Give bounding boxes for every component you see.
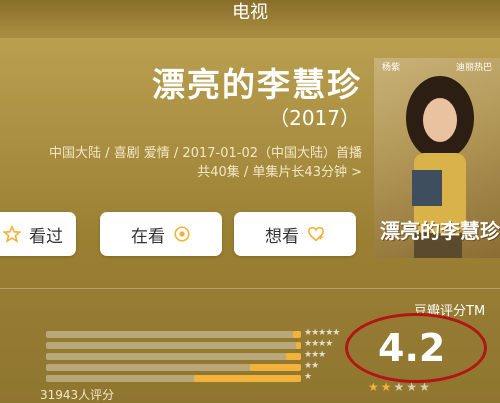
watched-label: 看过 <box>29 226 63 247</box>
distribution-bar <box>46 364 301 371</box>
rating-stars: ★ ★ ★ ★ ★ <box>368 381 430 393</box>
distribution-row: ★★★ <box>0 350 345 361</box>
distribution-bar-fill <box>293 331 301 338</box>
rating-star-icon: ★ <box>419 380 430 394</box>
distribution-bar <box>46 375 301 382</box>
rating-star-icon: ★ <box>406 380 418 394</box>
distribution-stars-icon: ★★★ <box>304 350 326 360</box>
distribution-bar <box>46 331 301 338</box>
rating-count[interactable]: 31943人评分 <box>40 386 114 403</box>
want-label: 想看 <box>265 226 299 247</box>
rating-star-icon: ★ <box>368 380 379 394</box>
rating-star-icon: ★ <box>380 380 392 394</box>
meta-line: 中国大陆 / 喜剧 爱情 / 2017-01-02（中国大陆）首播 <box>49 146 362 161</box>
top-bar: 电视 <box>0 0 500 38</box>
divider <box>0 288 500 289</box>
star-outline-icon <box>3 225 21 243</box>
heart-plus-icon <box>307 226 325 242</box>
distribution-stars-icon: ★★ <box>304 361 319 371</box>
distribution-bar-fill <box>250 364 301 371</box>
watching-label: 在看 <box>131 226 165 247</box>
target-icon <box>174 226 190 242</box>
distribution-row: ★★ <box>0 361 345 372</box>
want-to-watch-button[interactable]: 想看 <box>234 212 356 256</box>
distribution-bar-fill <box>295 342 301 349</box>
distribution-bar <box>46 353 301 360</box>
meta-line: 共40集 / 单集片长43分钟 > <box>197 165 362 180</box>
watching-button[interactable]: 在看 <box>100 212 222 256</box>
highlight-ellipse <box>345 313 487 383</box>
distribution-bar-fill <box>285 353 301 360</box>
watched-button[interactable]: 看过 <box>0 212 76 256</box>
show-meta[interactable]: 中国大陆 / 喜剧 爱情 / 2017-01-02（中国大陆）首播 共40集 /… <box>0 144 362 182</box>
distribution-row: ★ <box>0 372 345 383</box>
distribution-row: ★★★★ <box>0 339 345 350</box>
distribution-row: ★★★★★ <box>0 328 345 339</box>
distribution-bar-fill <box>193 375 301 382</box>
distribution-stars-icon: ★ <box>304 372 312 382</box>
poster-caption: 漂亮的李慧珍 <box>380 219 500 243</box>
distribution-bar <box>46 342 301 349</box>
poster-image[interactable]: 杨紫 迪丽热巴 漂亮的李慧珍 <box>374 58 500 258</box>
distribution-stars-icon: ★★★★★ <box>304 328 340 338</box>
rating-star-icon: ★ <box>393 380 405 394</box>
page-title: 电视 <box>232 2 268 23</box>
show-year: （2017） <box>269 106 360 130</box>
distribution-stars-icon: ★★★★ <box>304 339 333 349</box>
show-title: 漂亮的李慧珍 <box>152 65 362 104</box>
